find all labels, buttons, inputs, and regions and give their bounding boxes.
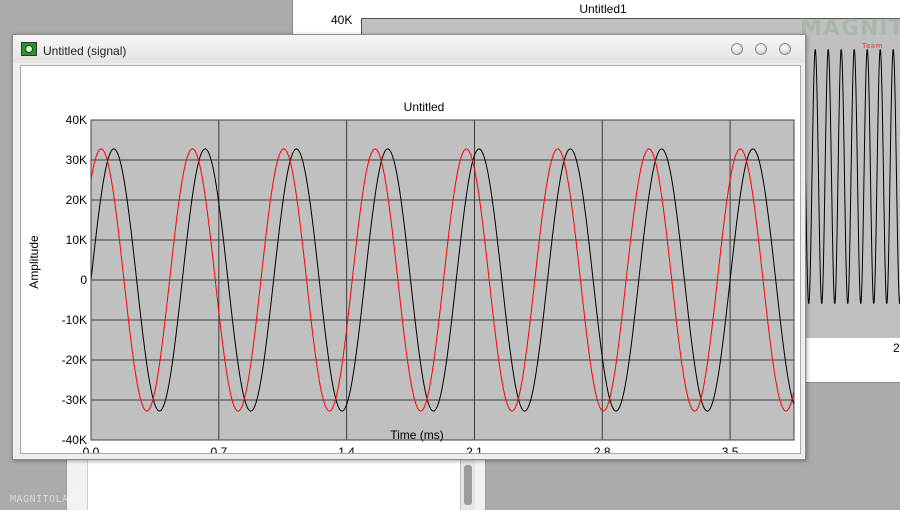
x-tick-label: 0.0	[83, 445, 100, 453]
maximize-button[interactable]	[755, 43, 767, 55]
close-button[interactable]	[779, 43, 791, 55]
y-tick-label: 10K	[66, 233, 87, 247]
chart-panel: Untitled 40K 30K 20K 10K 0 -10K -20K -30K -40K 0.…	[20, 65, 801, 454]
x-tick-label: 1.4	[338, 445, 355, 453]
background-window-title: Untitled1	[579, 2, 627, 16]
minimize-button[interactable]	[731, 43, 743, 55]
background-y-tick-label: 40K	[331, 13, 353, 27]
signal-app-icon[interactable]	[21, 42, 37, 56]
signal-chart: Untitled 40K30K20K10K0-10K-20K-30K-40K0.…	[27, 100, 795, 453]
x-tick-label: 2.8	[594, 445, 611, 453]
signal-window[interactable]: Untitled (signal) Untitled 40K 30K 20K 10K 0…	[12, 34, 806, 460]
vertical-scrollbar[interactable]	[460, 459, 475, 510]
desktop: Untitled1 40K 2 MAGNITOLA Team Untitled …	[0, 0, 900, 510]
x-axis-label: Time (ms)	[390, 428, 444, 442]
y-tick-label: -10K	[62, 313, 87, 327]
logo-subtitle: Team	[862, 42, 883, 50]
background-x-tick-label: 2	[893, 341, 900, 355]
x-tick-label: 3.5	[722, 445, 739, 453]
chart-title: Untitled	[404, 100, 445, 114]
y-axis-label: Amplitude	[27, 235, 41, 289]
window-title: Untitled (signal)	[43, 44, 127, 58]
y-tick-label: 30K	[66, 153, 87, 167]
x-tick-label: 0.7	[210, 445, 227, 453]
logo-watermark: MAGNITOLA	[800, 16, 900, 41]
y-tick-label: 0	[80, 273, 87, 287]
y-tick-label: 20K	[66, 193, 87, 207]
y-tick-label: -30K	[62, 393, 87, 407]
site-watermark: MAGNITOLA [.ORG] [.RU] [.NET]	[10, 494, 200, 505]
x-tick-label: 2.1	[466, 445, 483, 453]
scrollbar-thumb[interactable]	[464, 465, 472, 505]
y-tick-label: -20K	[62, 353, 87, 367]
y-tick-label: 40K	[66, 113, 87, 127]
window-titlebar[interactable]: Untitled (signal)	[13, 35, 805, 63]
